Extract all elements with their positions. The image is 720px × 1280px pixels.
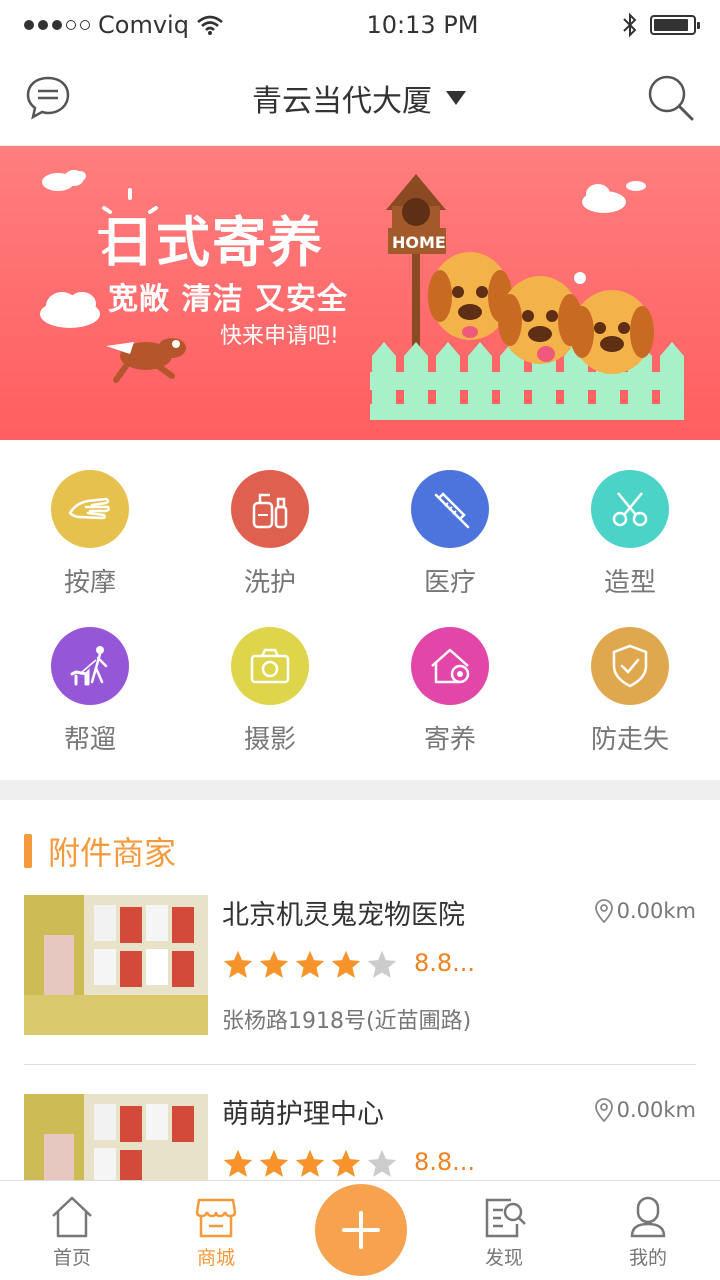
category-label: 医疗 <box>423 568 476 598</box>
status-bar: Comviq 10:13 PM <box>0 0 720 50</box>
merchant-address: 张杨路1918号(近苗圃路) <box>222 1009 472 1034</box>
category-label: 摄影 <box>243 725 296 755</box>
tab-home[interactable]: 首页 <box>17 1191 127 1270</box>
location-label: 青云当代大厦 <box>252 83 432 119</box>
battery-fill <box>653 19 689 31</box>
star-rating <box>222 1148 398 1180</box>
merchant-name: 北京机灵鬼宠物医院 <box>222 900 465 931</box>
banner-cta: 快来申请吧! <box>220 324 339 349</box>
store-icon <box>192 1191 240 1243</box>
merchant-distance: 0.00km <box>594 1098 696 1122</box>
header: 青云当代大厦 <box>0 50 720 146</box>
star-filled-icon <box>223 950 253 978</box>
category-label: 帮遛 <box>63 725 116 755</box>
list-divider <box>24 1064 696 1065</box>
category-dog-walk[interactable]: 帮遛 <box>0 627 180 784</box>
clock: 10:13 PM <box>366 11 479 39</box>
battery-icon <box>649 15 700 35</box>
pet-home-icon <box>411 627 489 705</box>
star-filled-icon <box>259 950 289 978</box>
shield-check-icon <box>591 627 669 705</box>
star-filled-icon <box>295 1149 325 1177</box>
home-icon <box>48 1191 96 1243</box>
star-filled-icon <box>259 1149 289 1177</box>
location-selector[interactable]: 青云当代大厦 <box>252 76 466 120</box>
distance-value: 0.00km <box>616 1098 696 1122</box>
chat-icon[interactable] <box>24 74 72 122</box>
signal-strength-icon <box>24 20 90 30</box>
syringe-icon <box>411 470 489 548</box>
category-label: 寄养 <box>423 725 476 755</box>
star-filled-icon <box>331 950 361 978</box>
distance-value: 0.00km <box>616 899 696 923</box>
category-label: 造型 <box>603 568 656 598</box>
tab-label: 首页 <box>52 1247 91 1269</box>
category-styling[interactable]: 造型 <box>540 470 720 627</box>
chevron-down-icon <box>446 90 466 105</box>
plus-icon <box>342 1211 380 1249</box>
category-grid: 按摩 洗护 医疗 造型 帮遛 摄影 寄养 防走失 <box>0 440 720 780</box>
location-pin-icon <box>594 1098 613 1122</box>
tab-store[interactable]: 商城 <box>161 1191 271 1270</box>
location-pin-icon <box>594 899 613 923</box>
section-divider <box>0 780 720 800</box>
star-filled-icon <box>295 950 325 978</box>
category-label: 防走失 <box>590 725 669 755</box>
search-icon[interactable] <box>646 73 696 123</box>
tab-label: 我的 <box>628 1247 667 1269</box>
merchant-name: 萌萌护理中心 <box>222 1099 384 1130</box>
status-right <box>622 12 700 38</box>
category-label: 按摩 <box>63 568 116 598</box>
wifi-icon <box>197 15 223 35</box>
star-empty-icon <box>367 1149 397 1177</box>
merchant-distance: 0.00km <box>594 899 696 923</box>
carrier-name: Comviq <box>98 11 189 39</box>
section-header: 附件商家 <box>24 828 176 874</box>
camera-icon <box>231 627 309 705</box>
tab-profile[interactable]: 我的 <box>593 1191 703 1270</box>
star-rating <box>222 949 398 981</box>
category-anti-loss[interactable]: 防走失 <box>540 627 720 784</box>
star-filled-icon <box>223 1149 253 1177</box>
bluetooth-icon <box>623 12 637 38</box>
scissors-icon <box>591 470 669 548</box>
star-empty-icon <box>367 950 397 978</box>
category-medical[interactable]: 医疗 <box>360 470 540 627</box>
carrier-area: Comviq <box>24 11 223 39</box>
rating-value: 8.8... <box>414 1148 476 1176</box>
category-photo[interactable]: 摄影 <box>180 627 360 784</box>
bath-care-icon <box>231 470 309 548</box>
tab-discover[interactable]: 发现 <box>449 1191 559 1270</box>
merchant-photo <box>24 895 208 1035</box>
add-button[interactable] <box>315 1184 407 1276</box>
profile-icon <box>624 1191 672 1243</box>
home-sign-text: HOME <box>392 233 446 252</box>
category-label: 洗护 <box>243 568 296 598</box>
promo-banner[interactable]: HOME 日式寄养 宽敞 清洁 又安全 快来申请吧! <box>0 146 720 440</box>
category-massage[interactable]: 按摩 <box>0 470 180 627</box>
rating-value: 8.8... <box>414 949 476 977</box>
section-title: 附件商家 <box>48 834 177 872</box>
tab-label: 商城 <box>196 1247 235 1269</box>
banner-title: 日式寄养 <box>100 211 324 274</box>
dog-walk-icon <box>51 627 129 705</box>
category-bath[interactable]: 洗护 <box>180 470 360 627</box>
banner-subtitle: 宽敞 清洁 又安全 <box>108 282 348 317</box>
tab-label: 发现 <box>484 1247 523 1269</box>
category-boarding[interactable]: 寄养 <box>360 627 540 784</box>
discover-icon <box>480 1191 528 1243</box>
section-accent-bar <box>24 834 32 868</box>
merchant-item[interactable]: 北京机灵鬼宠物医院 0.00km 8.8... 张杨路1918号(近苗圃路) <box>24 895 696 1035</box>
star-filled-icon <box>331 1149 361 1177</box>
massage-hand-icon <box>51 470 129 548</box>
